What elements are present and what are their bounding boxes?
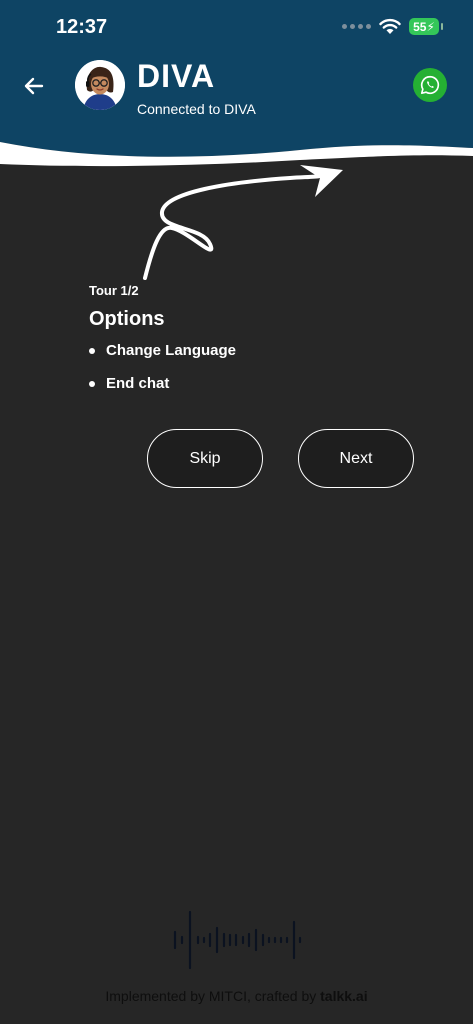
tour-item-change-language: Change Language: [106, 342, 237, 359]
whatsapp-icon: [420, 75, 440, 95]
assistant-avatar-icon: [75, 60, 125, 110]
list-item: End chat: [89, 373, 236, 406]
page-title: DIVA: [137, 58, 216, 94]
next-button[interactable]: Next: [298, 429, 414, 488]
back-arrow-icon[interactable]: [20, 72, 48, 100]
list-item: Change Language: [89, 340, 236, 373]
tour-title: Options: [89, 308, 165, 330]
avatar: [75, 60, 125, 110]
signal-icon: [342, 24, 371, 29]
footer-text: Implemented by MITCI, crafted by: [105, 988, 321, 1004]
footer-credits: Implemented by MITCI, crafted by talkk.a…: [0, 988, 473, 1004]
tour-item-end-chat: End chat: [106, 375, 170, 392]
voice-wave-icon[interactable]: [170, 910, 305, 970]
wifi-icon: [379, 18, 401, 34]
chat-header: 12:37 55 ⚡ DIVA Connected to DIVA: [0, 0, 473, 172]
status-icons: 55 ⚡: [342, 18, 443, 35]
tour-pointer-arrow-icon: [143, 165, 343, 280]
skip-button[interactable]: Skip: [147, 429, 263, 488]
footer-brand-link[interactable]: talkk.ai: [320, 988, 367, 1004]
battery-level: 55: [413, 19, 427, 34]
bullet: [89, 381, 95, 387]
tour-step-counter: Tour 1/2: [89, 283, 139, 298]
connection-status: Connected to DIVA: [137, 101, 256, 117]
tour-options-list: Change Language End chat: [89, 340, 236, 406]
battery-icon: 55 ⚡: [409, 18, 443, 35]
whatsapp-button[interactable]: [413, 68, 447, 102]
bullet: [89, 348, 95, 354]
status-time: 12:37: [56, 16, 108, 38]
